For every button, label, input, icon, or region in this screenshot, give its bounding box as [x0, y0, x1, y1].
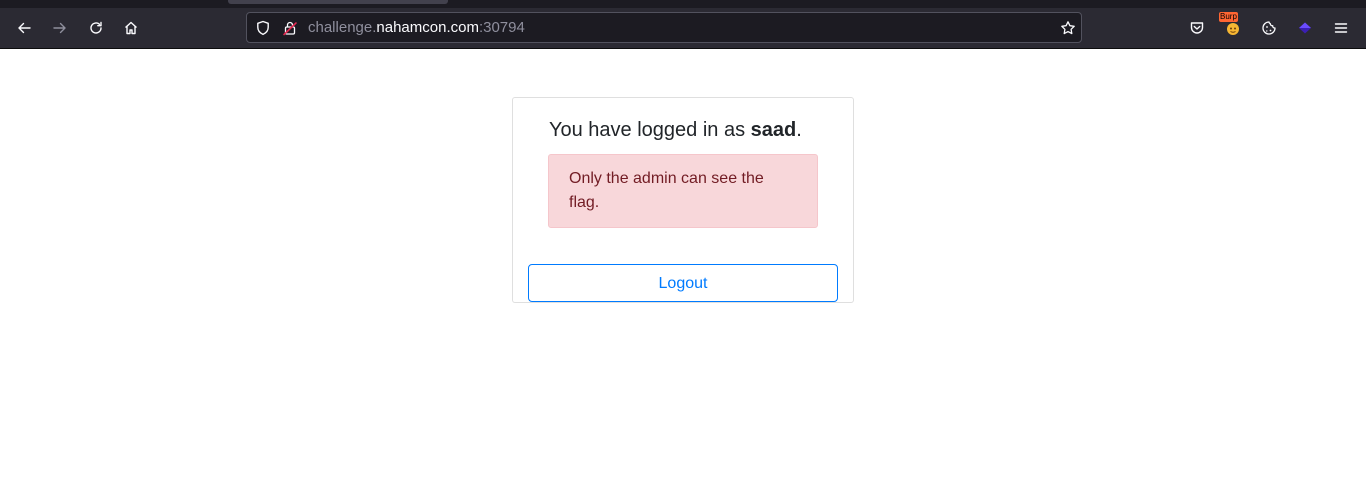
username: saad: [750, 119, 797, 141]
burp-badge: Burp: [1219, 12, 1238, 22]
url-text[interactable]: challenge.nahamcon.com:30794: [308, 20, 525, 36]
arrow-left-icon: [18, 22, 31, 34]
active-tab[interactable]: [228, 0, 448, 4]
login-prefix: You have logged in as: [549, 119, 751, 141]
url-bar[interactable]: challenge.nahamcon.com:30794: [246, 12, 1082, 43]
cookie-icon: [1262, 21, 1276, 35]
arrow-right-icon: [53, 22, 66, 34]
reload-button[interactable]: [80, 12, 112, 44]
reload-icon: [90, 21, 102, 34]
url-prefix: challenge.: [308, 19, 377, 36]
pocket-button[interactable]: [1181, 12, 1213, 44]
forward-button[interactable]: [44, 12, 76, 44]
back-button[interactable]: [8, 12, 40, 44]
hamburger-menu-icon: [1334, 23, 1348, 33]
browser-toolbar: challenge.nahamcon.com:30794 Burp: [0, 8, 1366, 49]
insecure-lock-icon[interactable]: [282, 20, 298, 36]
proxy-extension-button[interactable]: [1289, 12, 1321, 44]
bookmark-star-button[interactable]: [1059, 19, 1077, 37]
login-suffix: .: [796, 119, 802, 141]
login-status-text: You have logged in as saad.: [549, 118, 802, 142]
burp-extension-button[interactable]: Burp: [1217, 12, 1249, 44]
url-port: :30794: [478, 19, 525, 36]
foxyproxy-icon: [1299, 22, 1311, 34]
tab-strip: [0, 0, 1366, 8]
login-card: You have logged in as saad. Only the adm…: [512, 97, 854, 303]
star-icon: [1061, 21, 1075, 35]
home-icon: [125, 21, 137, 35]
pocket-icon: [1190, 22, 1204, 34]
admin-only-alert: Only the admin can see the flag.: [548, 154, 818, 228]
cookie-extension-button[interactable]: [1253, 12, 1285, 44]
url-domain: nahamcon.com: [376, 19, 479, 36]
burp-icon: [1227, 23, 1239, 35]
app-menu-button[interactable]: [1325, 12, 1357, 44]
home-button[interactable]: [115, 12, 147, 44]
shield-icon[interactable]: [255, 20, 271, 36]
logout-button[interactable]: Logout: [528, 264, 838, 302]
